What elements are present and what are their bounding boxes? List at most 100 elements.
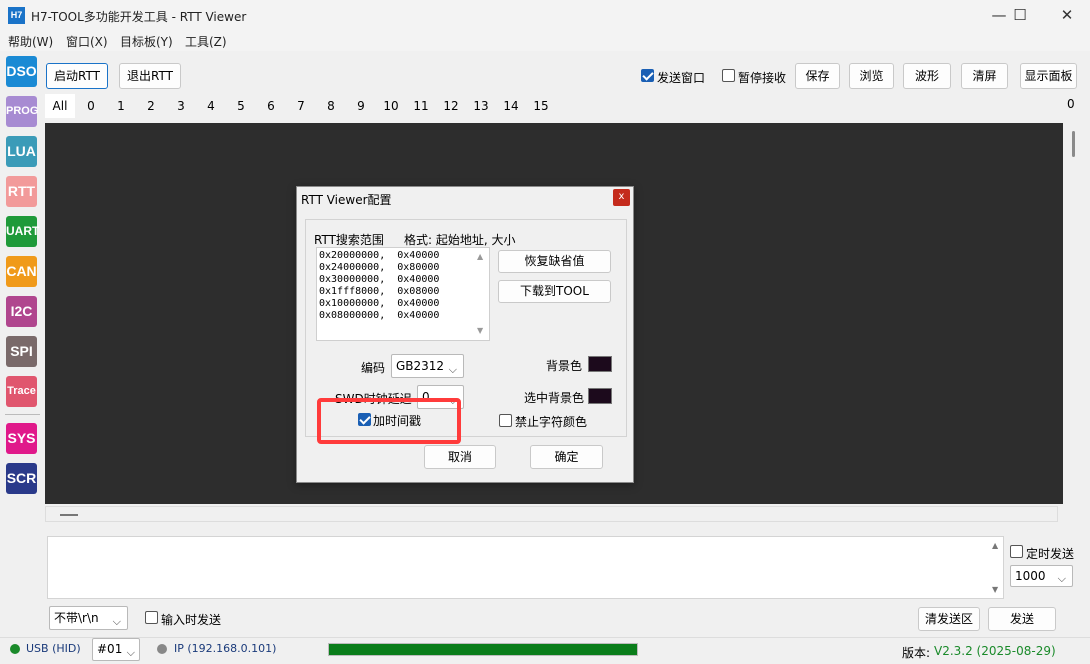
chevron-down-icon: ⌵ xyxy=(1057,572,1066,585)
selected-background-label: 选中背景色 xyxy=(524,391,585,405)
rail-trace-button[interactable]: Trace xyxy=(6,376,37,407)
download-to-tool-button[interactable]: 下载到TOOL xyxy=(498,280,611,303)
rail-uart-button[interactable]: UART xyxy=(6,216,39,247)
scrollbar-thumb[interactable] xyxy=(1072,131,1075,157)
disable-char-color-label: 禁止字符颜色 xyxy=(515,415,588,429)
search-range-label: RTT搜索范围 xyxy=(314,233,384,247)
clear-screen-button[interactable]: 清屏 xyxy=(961,63,1008,89)
cancel-button[interactable]: 取消 xyxy=(424,445,496,469)
progress-fill xyxy=(329,644,637,655)
tab-11[interactable]: 11 xyxy=(407,94,435,118)
send-interval-select[interactable]: 1000 ⌵ xyxy=(1010,565,1073,587)
selected-background-swatch[interactable] xyxy=(588,388,612,404)
scroll-down-arrow-icon[interactable]: ▼ xyxy=(477,326,483,335)
device-select[interactable]: #01 ⌵ xyxy=(92,638,140,661)
maximize-button[interactable]: ☐ xyxy=(997,0,1043,31)
ip-status-dot-icon xyxy=(157,644,167,654)
menu-bar: 帮助(W) 窗口(X) 目标板(Y) 工具(Z) xyxy=(0,31,1090,51)
background-color-swatch[interactable] xyxy=(588,356,612,372)
tab-counter: 0 xyxy=(1067,97,1075,111)
tab-5[interactable]: 5 xyxy=(227,94,255,118)
tab-2[interactable]: 2 xyxy=(137,94,165,118)
search-range-textarea[interactable]: 0x20000000, 0x40000 0x24000000, 0x80000 … xyxy=(316,247,490,341)
tab-13[interactable]: 13 xyxy=(467,94,495,118)
tab-0[interactable]: 0 xyxy=(77,94,105,118)
title-bar: H7 H7-TOOL多功能开发工具 - RTT Viewer — ☐ ✕ xyxy=(0,0,1090,31)
tab-12[interactable]: 12 xyxy=(437,94,465,118)
rail-can-button[interactable]: CAN xyxy=(6,256,37,287)
tab-15[interactable]: 15 xyxy=(527,94,555,118)
usb-status-label: USB (HID) xyxy=(26,642,81,655)
tab-6[interactable]: 6 xyxy=(257,94,285,118)
restore-defaults-button[interactable]: 恢复缺省值 xyxy=(498,250,611,273)
rail-i2c-button[interactable]: I2C xyxy=(6,296,37,327)
ip-status-label: IP (192.168.0.101) xyxy=(174,642,277,655)
version-value: V2.3.2 (2025-08-29) xyxy=(934,644,1056,658)
channel-tabs: All 0 1 2 3 4 5 6 7 8 9 10 11 12 13 14 1… xyxy=(45,94,1063,118)
tab-3[interactable]: 3 xyxy=(167,94,195,118)
encoding-value: GB2312 xyxy=(396,359,445,373)
menu-tools[interactable]: 工具(Z) xyxy=(185,33,227,50)
send-button[interactable]: 发送 xyxy=(988,607,1056,631)
version-label: 版本: xyxy=(902,646,931,660)
tab-1[interactable]: 1 xyxy=(107,94,135,118)
ok-button[interactable]: 确定 xyxy=(530,445,603,469)
tab-7[interactable]: 7 xyxy=(287,94,315,118)
rail-scr-button[interactable]: SCR xyxy=(6,463,37,494)
send-on-input-label: 输入时发送 xyxy=(161,613,222,627)
scroll-down-arrow-icon[interactable]: ▼ xyxy=(992,585,998,594)
clear-send-area-button[interactable]: 清发送区 xyxy=(918,607,980,631)
scrollbar-thumb[interactable] xyxy=(60,514,78,516)
tab-10[interactable]: 10 xyxy=(377,94,405,118)
tab-14[interactable]: 14 xyxy=(497,94,525,118)
browse-button[interactable]: 浏览 xyxy=(849,63,894,89)
device-value: #01 xyxy=(97,642,123,656)
encoding-select[interactable]: GB2312 ⌵ xyxy=(391,354,464,378)
timed-send-checkbox[interactable] xyxy=(1010,545,1023,558)
disable-char-color-checkbox[interactable] xyxy=(499,414,512,427)
range-row: 0x08000000, 0x40000 xyxy=(319,310,440,321)
exit-rtt-button[interactable]: 退出RTT xyxy=(119,63,181,89)
app-icon: H7 xyxy=(8,7,25,24)
progress-bar xyxy=(328,643,638,656)
terminal-horizontal-scrollbar[interactable] xyxy=(45,506,1058,522)
window-title: H7-TOOL多功能开发工具 - RTT Viewer xyxy=(31,10,247,24)
dialog-close-button[interactable]: x xyxy=(613,189,630,206)
rail-lua-button[interactable]: LUA xyxy=(6,136,37,167)
scroll-up-arrow-icon[interactable]: ▲ xyxy=(477,252,483,261)
range-row: 0x24000000, 0x80000 xyxy=(319,262,440,273)
range-row: 0x30000000, 0x40000 xyxy=(319,274,440,285)
save-button[interactable]: 保存 xyxy=(795,63,840,89)
pause-receive-checkbox[interactable] xyxy=(722,69,735,82)
background-color-label: 背景色 xyxy=(546,359,583,373)
scroll-up-arrow-icon[interactable]: ▲ xyxy=(992,541,998,550)
encoding-label: 编码 xyxy=(361,361,386,375)
rail-spi-button[interactable]: SPI xyxy=(6,336,37,367)
rail-rtt-button[interactable]: RTT xyxy=(6,176,37,207)
rail-dso-button[interactable]: DSO xyxy=(6,56,37,87)
waveform-button[interactable]: 波形 xyxy=(903,63,951,89)
menu-target-board[interactable]: 目标板(Y) xyxy=(120,33,173,50)
menu-help[interactable]: 帮助(W) xyxy=(8,33,53,50)
usb-status-dot-icon xyxy=(10,644,20,654)
range-row: 0x10000000, 0x40000 xyxy=(319,298,440,309)
tab-4[interactable]: 4 xyxy=(197,94,225,118)
tab-all[interactable]: All xyxy=(45,94,75,118)
show-panel-button[interactable]: 显示面板 xyxy=(1020,63,1077,89)
timed-send-label: 定时发送 xyxy=(1026,547,1075,561)
rail-sys-button[interactable]: SYS xyxy=(6,423,37,454)
terminal-vertical-scrollbar[interactable] xyxy=(1066,123,1081,504)
format-label: 格式: 起始地址, 大小 xyxy=(404,233,516,247)
tab-8[interactable]: 8 xyxy=(317,94,345,118)
line-ending-select[interactable]: 不带\r\n ⌵ xyxy=(49,606,128,630)
send-window-checkbox[interactable] xyxy=(641,69,654,82)
start-rtt-button[interactable]: 启动RTT xyxy=(46,63,108,89)
menu-window[interactable]: 窗口(X) xyxy=(66,33,108,50)
annotation-highlight-box xyxy=(317,398,461,444)
range-row: 0x20000000, 0x40000 xyxy=(319,250,440,261)
tab-9[interactable]: 9 xyxy=(347,94,375,118)
rail-prog-button[interactable]: PROG xyxy=(6,96,38,127)
close-button[interactable]: ✕ xyxy=(1044,0,1090,31)
send-on-input-checkbox[interactable] xyxy=(145,611,158,624)
send-input[interactable] xyxy=(47,536,1004,599)
